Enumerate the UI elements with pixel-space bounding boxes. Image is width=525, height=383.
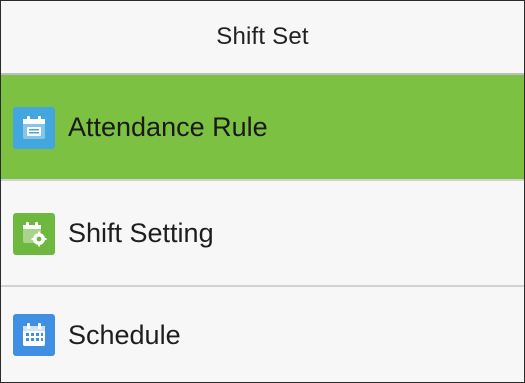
menu-list: Attendance Rule Shift Setting Schedule xyxy=(1,75,524,382)
menu-item-attendance-rule[interactable]: Attendance Rule xyxy=(1,75,524,181)
header-bar: Shift Set xyxy=(1,1,524,75)
menu-item-label: Shift Setting xyxy=(68,217,214,248)
shift-set-screen: Shift Set Attendance Rule Shift Setting … xyxy=(0,0,525,383)
menu-item-label: Schedule xyxy=(68,319,181,350)
schedule-icon xyxy=(13,314,55,356)
attendance-rule-icon xyxy=(13,107,55,149)
page-title: Shift Set xyxy=(216,23,309,50)
menu-item-schedule[interactable]: Schedule xyxy=(1,287,524,382)
menu-item-shift-setting[interactable]: Shift Setting xyxy=(1,181,524,287)
menu-item-label: Attendance Rule xyxy=(68,111,268,142)
shift-setting-icon xyxy=(13,213,55,255)
